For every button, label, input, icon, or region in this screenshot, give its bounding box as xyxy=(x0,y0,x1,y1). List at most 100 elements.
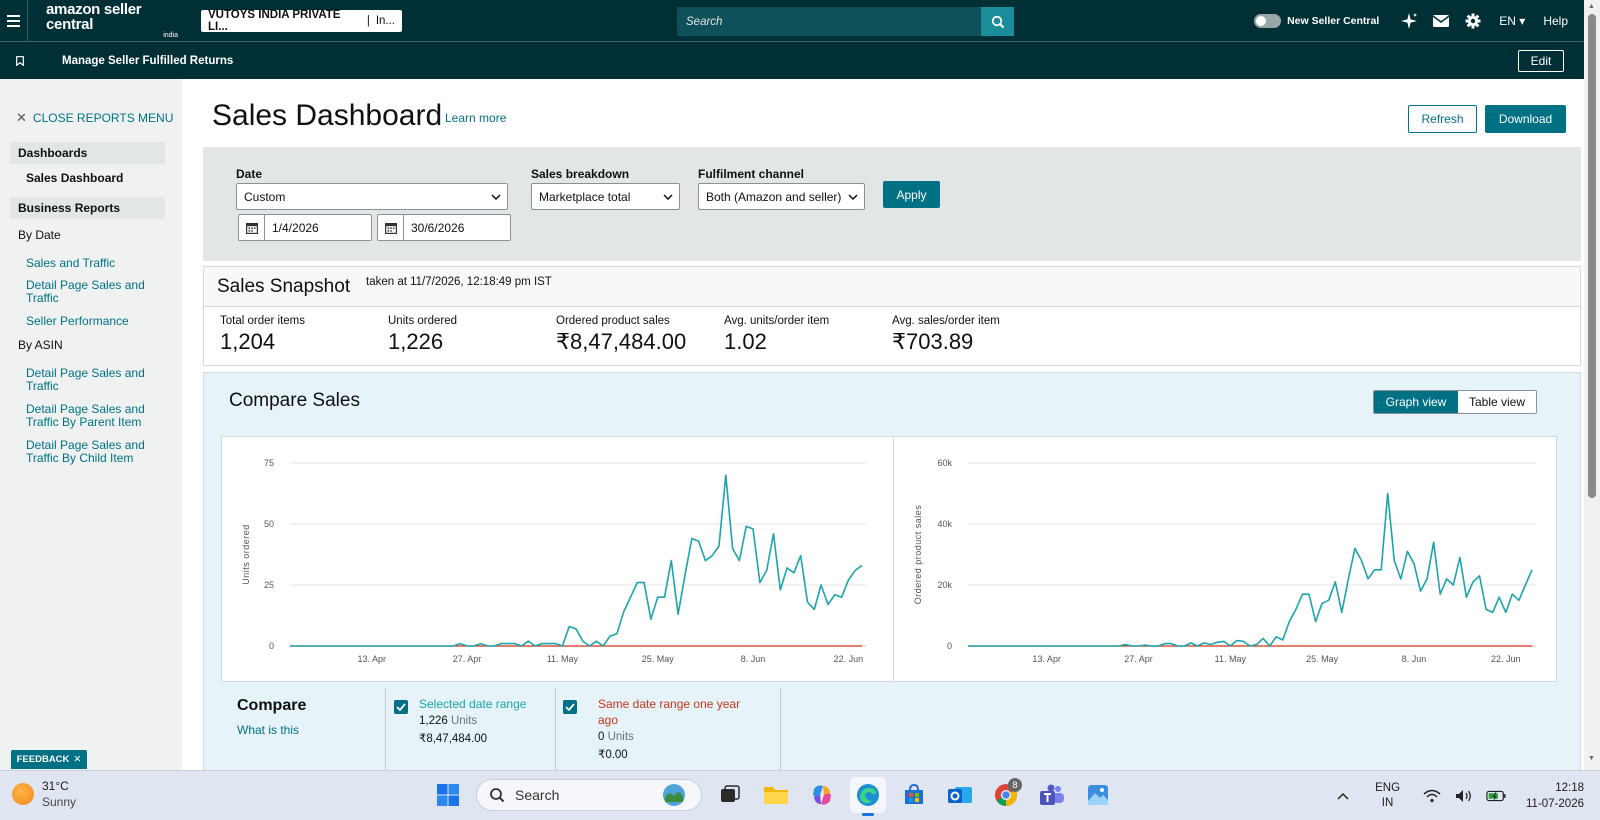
last-year-checkbox[interactable] xyxy=(563,700,577,714)
feedback-button[interactable]: FEEDBACK ✕ xyxy=(11,750,87,769)
what-is-this-link[interactable]: What is this xyxy=(237,723,299,737)
active-app-indicator xyxy=(862,813,874,816)
volume-speaker-icon[interactable] xyxy=(1454,786,1474,806)
microsoft-teams-icon[interactable] xyxy=(1034,777,1070,813)
view-toggle: Graph view Table view xyxy=(1373,390,1537,414)
last-year-units: 0 Units xyxy=(598,731,634,743)
calendar-icon[interactable] xyxy=(239,215,265,240)
outlook-icon[interactable] xyxy=(942,777,978,813)
search-input[interactable] xyxy=(677,7,981,36)
close-reports-menu-link[interactable]: ✕ CLOSE REPORTS MENU xyxy=(16,110,173,126)
x-tick-label: 13. Apr xyxy=(357,654,386,664)
wifi-icon[interactable] xyxy=(1422,786,1442,806)
hamburger-menu-icon[interactable] xyxy=(0,0,28,41)
page-title: Sales Dashboard xyxy=(212,99,443,132)
sunny-weather-icon xyxy=(12,783,34,805)
sidebar-link-detail-page-sales-traffic[interactable]: Detail Page Sales and Traffic xyxy=(26,279,166,305)
metric-label: Avg. sales/order item xyxy=(892,315,1000,327)
start-date-field[interactable]: 1/4/2026 xyxy=(238,214,372,241)
metric-label: Avg. units/order item xyxy=(724,315,830,327)
scroll-up-arrow-icon[interactable]: ▲ xyxy=(1588,3,1595,10)
fulfilment-channel-select[interactable]: Both (Amazon and seller) xyxy=(698,183,865,210)
scrollbar-thumb[interactable] xyxy=(1588,14,1596,498)
selected-range-checkbox[interactable] xyxy=(394,700,408,714)
metric-value: 1,204 xyxy=(220,329,276,354)
sidebar-item-sales-dashboard[interactable]: Sales Dashboard xyxy=(26,171,123,185)
settings-gear-icon[interactable] xyxy=(1463,11,1483,31)
amazon-seller-central-logo[interactable]: amazon seller central india xyxy=(46,2,186,39)
help-link[interactable]: Help xyxy=(1543,14,1568,28)
metric-value: ₹8,47,484.00 xyxy=(556,329,687,354)
sparkle-ai-icon[interactable] xyxy=(1399,11,1419,31)
marketplace-name: In... xyxy=(375,14,395,27)
download-button[interactable]: Download xyxy=(1485,105,1566,133)
account-switcher[interactable]: VUTOYS INDIA PRIVATE LI... | In... xyxy=(201,9,402,33)
sidebar-link-seller-performance[interactable]: Seller Performance xyxy=(26,315,166,328)
taskbar-apps: Search 8 xyxy=(430,777,1116,816)
apply-button[interactable]: Apply xyxy=(883,181,940,208)
taskbar-search-box[interactable]: Search xyxy=(476,779,702,811)
clock-date: 11-07-2026 xyxy=(1526,798,1584,810)
bookmark-manage-returns[interactable]: Manage Seller Fulfilled Returns xyxy=(62,55,233,67)
selected-range-label: Selected date range xyxy=(419,697,527,711)
fulfilment-channel-value: Both (Amazon and seller) xyxy=(706,189,842,204)
input-language-indicator[interactable]: ENG IN xyxy=(1375,781,1400,811)
main-content: Sales Dashboard Learn more Refresh Downl… xyxy=(182,79,1584,770)
x-tick-label: 22. Jun xyxy=(1491,654,1521,664)
language-selector[interactable]: EN ▾ xyxy=(1499,14,1525,28)
scroll-down-arrow-icon[interactable]: ▼ xyxy=(1588,755,1595,762)
chevron-down-icon xyxy=(491,193,501,200)
file-explorer-icon[interactable] xyxy=(758,777,794,813)
photos-icon[interactable] xyxy=(1080,777,1116,813)
bookmark-bar: Manage Seller Fulfilled Returns Edit xyxy=(0,41,1584,79)
sidebar-link-asin-detail-page[interactable]: Detail Page Sales and Traffic xyxy=(26,367,166,393)
y-tick-label: 60k xyxy=(937,458,952,468)
system-clock[interactable]: 12:18 11-07-2026 xyxy=(1526,780,1584,812)
global-search xyxy=(677,7,1014,36)
sales-breakdown-select[interactable]: Marketplace total xyxy=(531,183,680,210)
sales-snapshot-header: Sales Snapshot taken at 11/7/2026, 12:18… xyxy=(204,267,1580,307)
sidebar-link-asin-by-parent[interactable]: Detail Page Sales and Traffic By Parent … xyxy=(26,403,166,429)
task-view-icon[interactable] xyxy=(712,777,748,813)
learn-more-link[interactable]: Learn more xyxy=(445,111,506,125)
windows-start-icon[interactable] xyxy=(430,777,466,813)
microsoft-edge-icon[interactable] xyxy=(850,777,886,816)
bookmark-icon[interactable] xyxy=(0,55,40,66)
copilot-icon[interactable] xyxy=(804,777,840,813)
temperature: 31°C xyxy=(42,779,69,793)
graph-view-button[interactable]: Graph view xyxy=(1374,391,1458,413)
x-tick-label: 27. Apr xyxy=(453,654,482,664)
x-tick-label: 11. May xyxy=(1215,654,1247,664)
search-highlight-globe-icon xyxy=(663,784,685,806)
last-year-units-word: Units xyxy=(607,731,634,743)
page-scrollbar[interactable]: ▲ ▼ xyxy=(1584,0,1600,770)
weather-widget[interactable]: 31°C Sunny xyxy=(12,778,76,810)
legend-divider xyxy=(780,688,781,770)
selected-range-units: 1,226 Units xyxy=(419,715,477,727)
y-tick-label: 0 xyxy=(947,641,952,651)
sidebar-link-sales-and-traffic[interactable]: Sales and Traffic xyxy=(26,257,166,270)
close-icon[interactable]: ✕ xyxy=(73,754,81,765)
end-date-value: 30/6/2026 xyxy=(411,220,465,235)
chevron-down-icon xyxy=(663,193,673,200)
search-button[interactable] xyxy=(981,7,1014,36)
mail-icon[interactable] xyxy=(1431,11,1451,31)
date-range-select[interactable]: Custom xyxy=(236,183,508,210)
google-chrome-icon[interactable]: 8 xyxy=(988,777,1024,813)
battery-charging-icon[interactable] xyxy=(1486,786,1506,806)
edit-bookmarks-button[interactable]: Edit xyxy=(1518,50,1564,72)
refresh-button[interactable]: Refresh xyxy=(1408,105,1477,133)
show-hidden-icons-chevron-up-icon[interactable] xyxy=(1333,786,1353,806)
compare-sales-panel: Compare Sales Graph view Table view 0 25 5… xyxy=(203,372,1581,770)
microsoft-store-icon[interactable] xyxy=(896,777,932,813)
feedback-label: FEEDBACK xyxy=(16,754,70,765)
units-ordered-chart: 0 25 50 75 13. Apr 27. Apr 11. May 25. May 8. Ju… xyxy=(241,458,866,664)
sidebar-link-asin-by-child[interactable]: Detail Page Sales and Traffic By Child I… xyxy=(26,439,166,465)
calendar-icon[interactable] xyxy=(378,215,404,240)
metric-label: Units ordered xyxy=(388,315,458,327)
end-date-field[interactable]: 30/6/2026 xyxy=(377,214,511,241)
table-view-button[interactable]: Table view xyxy=(1458,391,1536,413)
selected-units-word: Units xyxy=(450,715,478,727)
filter-panel: Date Custom 1/4/2026 30/6/2026 Sales bre… xyxy=(203,147,1581,261)
new-seller-central-toggle[interactable] xyxy=(1254,13,1282,28)
